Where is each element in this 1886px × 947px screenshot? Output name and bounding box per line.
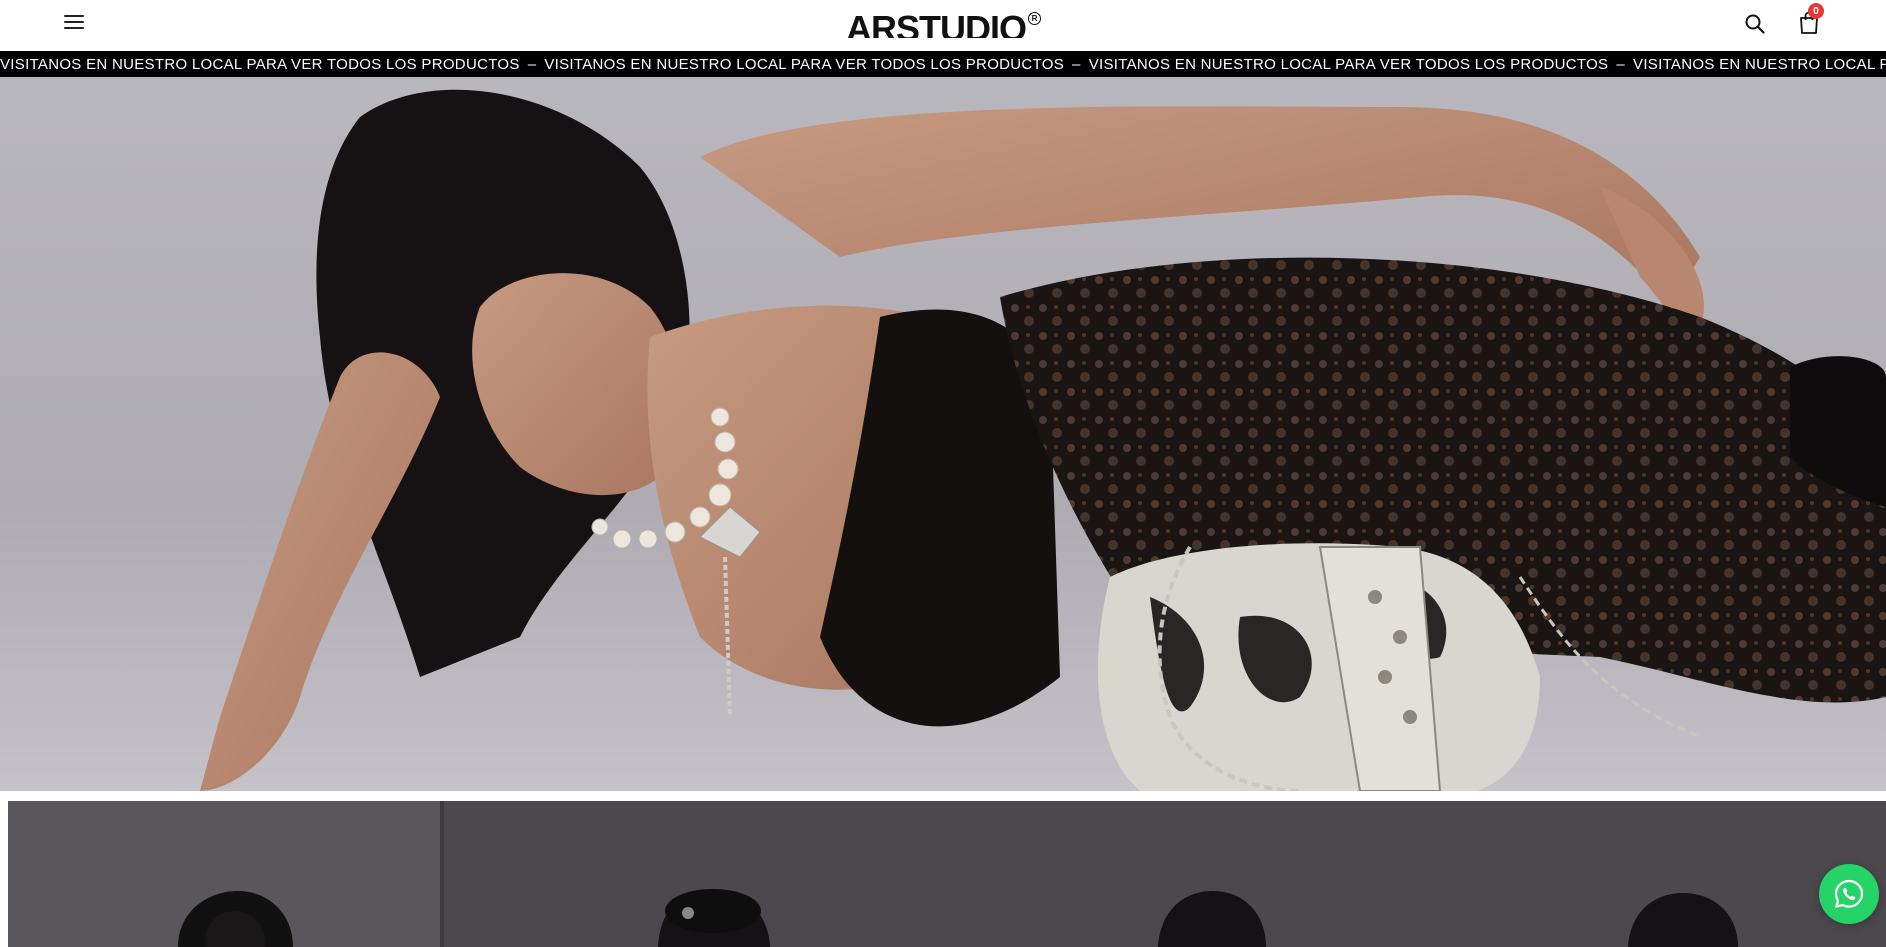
hero-image <box>0 77 1886 791</box>
site-header: ARSTUDIO R 0 <box>0 0 1886 51</box>
whatsapp-icon <box>1834 879 1864 908</box>
collection-grid[interactable] <box>8 801 1886 947</box>
announcement-text: VISITANOS EN NUESTRO LOCAL PARA VER TODO… <box>0 56 520 73</box>
announcement-text: VISITANOS EN NUESTRO LOCAL PARA VER TODO… <box>1088 56 1609 73</box>
announcement-text: VISITANOS EN NUESTRO LOCAL PARA VER TODO… <box>544 56 1065 73</box>
registered-mark-icon: R <box>1028 12 1041 25</box>
whatsapp-button[interactable] <box>1819 864 1879 924</box>
announcement-separator: – <box>527 56 537 73</box>
cart-count-badge: 0 <box>1808 3 1824 19</box>
announcement-bar: VISITANOS EN NUESTRO LOCAL PARA VER TODO… <box>0 51 1886 77</box>
hero-banner[interactable] <box>0 77 1886 791</box>
announcement-track: VISITANOS EN NUESTRO LOCAL PARA VER TODO… <box>0 56 1886 73</box>
announcement-separator: – <box>1072 56 1081 73</box>
brand-name: ARSTUDIO <box>846 8 1027 39</box>
hamburger-menu-icon[interactable] <box>64 14 84 30</box>
search-icon[interactable] <box>1744 13 1766 35</box>
announcement-text: VISITANOS EN NUESTRO LOCAL PARA VER TODO… <box>1633 56 1886 73</box>
announcement-separator: – <box>1616 56 1626 73</box>
collection-image <box>8 801 1886 947</box>
brand-logo[interactable]: ARSTUDIO R <box>846 4 1041 38</box>
